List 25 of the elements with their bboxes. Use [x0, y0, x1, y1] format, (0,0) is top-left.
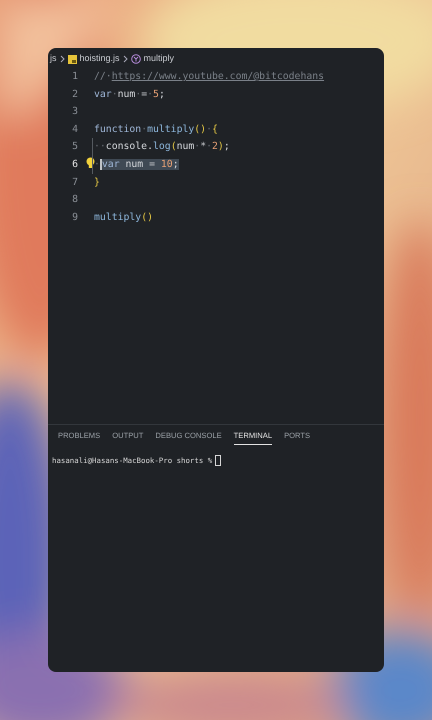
code-line: var·num·=·5;: [94, 88, 165, 100]
breadcrumb-symbol[interactable]: multiply: [144, 52, 174, 66]
breadcrumb-file[interactable]: hoisting.js: [80, 52, 120, 66]
line-number: 1: [71, 70, 78, 84]
code-line: function·multiply()·{: [94, 124, 218, 135]
line-number: 5: [71, 140, 78, 154]
chevron-icon: [122, 55, 128, 63]
line-number: 3: [71, 105, 78, 120]
code-line: }: [94, 176, 100, 188]
code-line: ··console.log(num·*·2);: [94, 141, 230, 152]
cursor-icon: [215, 455, 222, 466]
line-number: 6: [71, 158, 78, 172]
lightbulb-icon[interactable]: [86, 156, 95, 169]
method-icon: [130, 54, 141, 64]
code-line: //·https://www.youtube.com/@bitcodehans: [94, 71, 324, 82]
line-number: 4: [71, 122, 78, 137]
js-file-icon: [68, 54, 76, 64]
line-number: 7: [71, 176, 78, 190]
line-number: 9: [71, 210, 78, 225]
breadcrumb-folder[interactable]: js: [50, 52, 56, 66]
chevron-icon: [60, 55, 64, 63]
line-number: 2: [71, 88, 78, 102]
code-line: multiply(): [94, 212, 153, 223]
code-line: · var num = 10;: [94, 158, 179, 170]
line-number: 8: [71, 193, 78, 208]
